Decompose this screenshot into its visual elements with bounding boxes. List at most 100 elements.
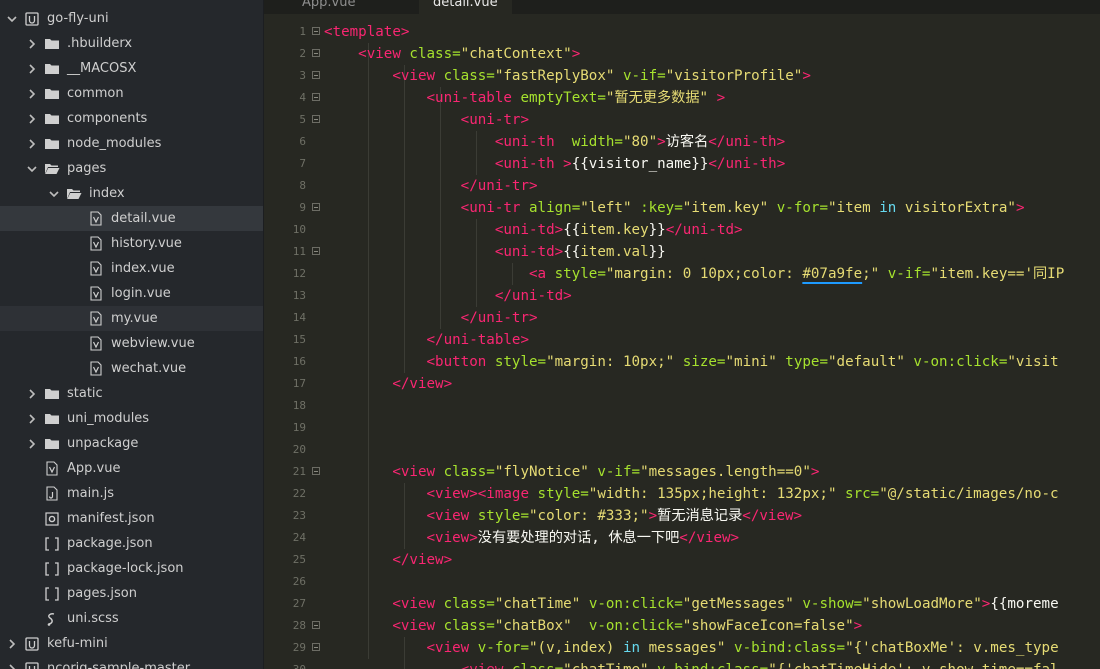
fold-toggle-icon[interactable] bbox=[312, 27, 320, 35]
chevron-right-icon[interactable] bbox=[6, 638, 18, 650]
string-token: "mini" bbox=[725, 354, 786, 370]
explorer-item[interactable]: webview.vue bbox=[0, 331, 263, 356]
explorer-item[interactable]: __MACOSX bbox=[0, 56, 263, 81]
explorer-item[interactable]: history.vue bbox=[0, 231, 263, 256]
explorer-item[interactable]: main.js bbox=[0, 481, 263, 506]
explorer-item[interactable]: package-lock.json bbox=[0, 556, 263, 581]
explorer-item[interactable]: index.vue bbox=[0, 256, 263, 281]
fold-toggle-icon[interactable] bbox=[312, 203, 320, 211]
chevron-right-icon[interactable] bbox=[26, 38, 38, 50]
code-line[interactable]: 6 <uni-th width="80">访客名</uni-th> bbox=[264, 131, 1100, 153]
explorer-item[interactable]: index bbox=[0, 181, 263, 206]
chevron-down-icon[interactable] bbox=[26, 163, 38, 175]
explorer-item[interactable]: package.json bbox=[0, 531, 263, 556]
fold-toggle-icon[interactable] bbox=[312, 621, 320, 629]
tag-token: <template> bbox=[324, 24, 410, 40]
fold-toggle-icon[interactable] bbox=[312, 115, 320, 123]
chevron-right-icon[interactable] bbox=[26, 88, 38, 100]
code-line[interactable]: 24 <view>没有要处理的对话, 休息一下吧</view> bbox=[264, 527, 1100, 549]
explorer-item-label: history.vue bbox=[111, 236, 182, 251]
explorer-item-label: .hbuilderx bbox=[67, 36, 133, 51]
explorer-item[interactable]: ncorig-sample-master bbox=[0, 656, 263, 669]
explorer-item[interactable]: common bbox=[0, 81, 263, 106]
code-line[interactable]: 1 <template> bbox=[264, 21, 1100, 43]
line-number: 14 bbox=[292, 311, 306, 324]
code-line[interactable]: 28 <view class="chatBox" v-on:click="sho… bbox=[264, 615, 1100, 637]
code-line[interactable]: 9 <uni-tr align="left" :key="item.key" v… bbox=[264, 197, 1100, 219]
code-line[interactable]: 16 <button style="margin: 10px;" size="m… bbox=[264, 351, 1100, 373]
code-line[interactable]: 15 </uni-table> bbox=[264, 329, 1100, 351]
code-line[interactable]: 30 <view class="chatTime" v-bind:class="… bbox=[264, 659, 1100, 669]
fold-toggle-icon[interactable] bbox=[312, 49, 320, 57]
explorer-item[interactable]: .hbuilderx bbox=[0, 31, 263, 56]
tab[interactable]: App.vue bbox=[288, 0, 369, 14]
explorer-item[interactable]: go-fly-uni bbox=[0, 6, 263, 31]
code-line[interactable]: 10 <uni-td>{{item.key}}</uni-td> bbox=[264, 219, 1100, 241]
code-line[interactable]: 4 <uni-table emptyText="暂无更多数据" > bbox=[264, 87, 1100, 109]
code-line[interactable]: 18 bbox=[264, 395, 1100, 417]
code-line[interactable]: 22 <view><image style="width: 135px;heig… bbox=[264, 483, 1100, 505]
explorer-item[interactable]: wechat.vue bbox=[0, 356, 263, 381]
string-token: "left" bbox=[580, 200, 641, 216]
attribute-token: align= bbox=[529, 200, 581, 216]
fold-toggle-icon[interactable] bbox=[312, 247, 320, 255]
explorer-item[interactable]: uni.scss bbox=[0, 606, 263, 631]
explorer-item[interactable]: node_modules bbox=[0, 131, 263, 156]
explorer-item[interactable]: pages.json bbox=[0, 581, 263, 606]
chevron-right-icon[interactable] bbox=[26, 438, 38, 450]
code-line[interactable]: 17 </view> bbox=[264, 373, 1100, 395]
code-line[interactable]: 5 <uni-tr> bbox=[264, 109, 1100, 131]
chevron-down-icon[interactable] bbox=[6, 13, 18, 25]
chevron-right-icon[interactable] bbox=[26, 388, 38, 400]
code-line[interactable]: 25 </view> bbox=[264, 549, 1100, 571]
code-line[interactable]: 19 bbox=[264, 417, 1100, 439]
code-line[interactable]: 26 bbox=[264, 571, 1100, 593]
code-line[interactable]: 20 bbox=[264, 439, 1100, 461]
fold-toggle-icon[interactable] bbox=[312, 71, 320, 79]
fold-toggle-icon[interactable] bbox=[312, 467, 320, 475]
line-number: 17 bbox=[292, 377, 306, 390]
explorer-item[interactable]: static bbox=[0, 381, 263, 406]
explorer-item[interactable]: uni_modules bbox=[0, 406, 263, 431]
code-line[interactable]: 2 <view class="chatContext"> bbox=[264, 43, 1100, 65]
code-line[interactable]: 3 <view class="fastReplyBox" v-if="visit… bbox=[264, 65, 1100, 87]
explorer-item-label: common bbox=[67, 86, 124, 101]
code-line[interactable]: 12 <a style="margin: 0 10px;color: #07a9… bbox=[264, 263, 1100, 285]
fold-toggle-icon[interactable] bbox=[312, 93, 320, 101]
string-token: "margin: 0 10px;color: bbox=[605, 266, 803, 282]
explorer-item[interactable]: login.vue bbox=[0, 281, 263, 306]
explorer-item[interactable]: manifest.json bbox=[0, 506, 263, 531]
explorer-item[interactable]: unpackage bbox=[0, 431, 263, 456]
explorer-item[interactable]: detail.vue bbox=[0, 206, 263, 231]
tab-active[interactable]: detail.vue bbox=[419, 0, 512, 14]
chevron-right-icon[interactable] bbox=[26, 138, 38, 150]
code-text: <template> bbox=[324, 21, 409, 43]
chevron-right-icon[interactable] bbox=[26, 113, 38, 125]
explorer-item[interactable]: App.vue bbox=[0, 456, 263, 481]
code-line[interactable]: 8 </uni-tr> bbox=[264, 175, 1100, 197]
code-line[interactable]: 11 <uni-td>{{item.val}} bbox=[264, 241, 1100, 263]
code-line[interactable]: 14 </uni-tr> bbox=[264, 307, 1100, 329]
project-icon bbox=[24, 636, 40, 652]
explorer-item[interactable]: pages bbox=[0, 156, 263, 181]
explorer-item[interactable]: my.vue bbox=[0, 306, 263, 331]
code-line[interactable]: 27 <view class="chatTime" v-on:click="ge… bbox=[264, 593, 1100, 615]
chevron-down-icon[interactable] bbox=[48, 188, 60, 200]
code-text: </uni-table> bbox=[324, 329, 530, 351]
chevron-right-icon[interactable] bbox=[26, 63, 38, 75]
chevron-right-icon[interactable] bbox=[26, 413, 38, 425]
code-editor[interactable]: 1 <template> 2 <view class="chatContext"> 3… bbox=[264, 14, 1100, 669]
explorer-item[interactable]: kefu-mini bbox=[0, 631, 263, 656]
tab-label: App.vue bbox=[302, 0, 356, 10]
fold-toggle-icon[interactable] bbox=[312, 643, 320, 651]
code-line[interactable]: 23 <view style="color: #333;">暂无消息记录</vi… bbox=[264, 505, 1100, 527]
code-line[interactable]: 29 <view v-for="(v,index) in messages" v… bbox=[264, 637, 1100, 659]
code-line[interactable]: 7 <uni-th >{{visitor_name}}</uni-th> bbox=[264, 153, 1100, 175]
code-line[interactable]: 21 <view class="flyNotice" v-if="message… bbox=[264, 461, 1100, 483]
code-line[interactable]: 13 </uni-td> bbox=[264, 285, 1100, 307]
explorer-item[interactable]: components bbox=[0, 106, 263, 131]
chevron-right-icon[interactable] bbox=[6, 663, 18, 669]
string-token: "暂无更多数据" bbox=[605, 90, 717, 106]
